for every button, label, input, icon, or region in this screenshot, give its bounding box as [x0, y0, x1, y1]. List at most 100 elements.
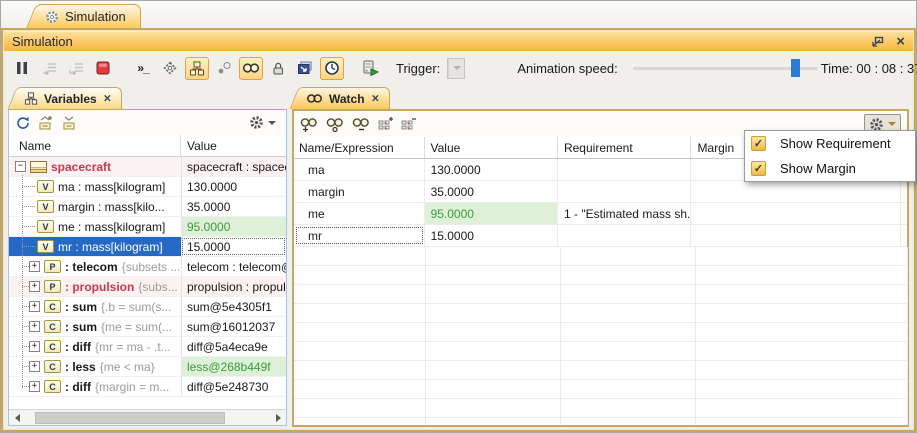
show-columns-button[interactable]	[378, 117, 394, 132]
sessions-button[interactable]	[293, 57, 317, 80]
watch-name-cell[interactable]: margin	[294, 181, 425, 202]
step-over-button[interactable]	[64, 57, 88, 80]
simulation-window: Simulation Simulation	[0, 0, 917, 433]
animation-speed-slider[interactable]	[633, 59, 818, 77]
clock-toggle-button[interactable]	[320, 57, 344, 80]
tree-row-spacecraft[interactable]: spacecraft spacecraft : spacecr	[9, 157, 286, 177]
console-button[interactable]	[131, 57, 155, 80]
clock-icon	[324, 60, 340, 76]
watch-name-cell[interactable]: me	[294, 203, 425, 224]
watch-value-cell[interactable]: 130.0000	[425, 159, 558, 180]
expander-plus-icon[interactable]	[29, 281, 40, 292]
value-cell[interactable]: 35.0000	[181, 197, 286, 216]
pause-button[interactable]	[10, 57, 34, 80]
watch-value-cell[interactable]: 95.0000	[425, 203, 558, 224]
watch-value-cell[interactable]: 15.0000	[425, 225, 558, 246]
value-cell-editing[interactable]: 15.0000	[181, 237, 286, 256]
value-cell[interactable]: diff@5a4eca9e	[181, 337, 286, 356]
breakpoints-button[interactable]	[212, 57, 236, 80]
node-label: : diff	[65, 340, 91, 354]
value-cell[interactable]: less@268b449f	[181, 357, 286, 376]
tree-row-sum1[interactable]: C: sum{.b = sum(s... sum@5e4305f1	[9, 297, 286, 317]
watch-empty-rows[interactable]	[294, 247, 907, 425]
chevron-down-icon	[268, 121, 276, 125]
watch-value-cell[interactable]: 35.0000	[425, 181, 558, 202]
slider-handle[interactable]	[791, 59, 800, 77]
tree-row-margin[interactable]: Vmargin : mass[kilo... 35.0000	[9, 197, 286, 217]
tree-row-telecom[interactable]: P: telecom{subsets ... telecom : telecom…	[9, 257, 286, 277]
simulation-config-button[interactable]	[358, 57, 382, 80]
tree-row-less[interactable]: C: less{me < ma} less@268b449f	[9, 357, 286, 377]
watch-name-cell-focused[interactable]: mr	[294, 225, 425, 246]
tab-watch[interactable]: Watch	[302, 87, 390, 109]
horizontal-scrollbar[interactable]	[9, 409, 286, 425]
variables-tab-bar: Variables	[8, 87, 122, 109]
add-watch-button[interactable]	[300, 117, 319, 132]
column-header-requirement: Requirement	[558, 137, 691, 158]
stop-icon	[96, 61, 110, 75]
value-cell[interactable]: sum@16012037	[181, 317, 286, 336]
close-variables-tab-icon[interactable]	[103, 92, 110, 105]
breakpoints-icon	[216, 61, 232, 75]
expander-plus-icon[interactable]	[29, 361, 40, 372]
value-cell[interactable]: 95.0000	[181, 217, 286, 236]
value-cell[interactable]: 130.0000	[181, 177, 286, 196]
float-window-icon[interactable]	[871, 36, 884, 48]
tree-row-mr-selected[interactable]: Vmr : mass[kilogram] 15.0000	[9, 237, 286, 257]
scroll-right-icon[interactable]	[270, 410, 286, 425]
expander-plus-icon[interactable]	[29, 321, 40, 332]
variables-tree: spacecraft spacecraft : spacecr Vma : ma…	[9, 157, 286, 409]
tree-row-diff1[interactable]: C: diff{mr = ma - .t... diff@5a4eca9e	[9, 337, 286, 357]
stop-button[interactable]	[91, 57, 115, 80]
scrollbar-thumb[interactable]	[35, 412, 225, 424]
expander-plus-icon[interactable]	[29, 381, 40, 392]
watch-name-cell[interactable]: ma	[294, 159, 425, 180]
value-cell[interactable]: sum@5e4305f1	[181, 297, 286, 316]
sessions-window-icon	[297, 61, 313, 75]
lock-button[interactable]	[266, 57, 290, 80]
close-watch-tab-icon[interactable]	[371, 92, 378, 105]
expand-nodes-button[interactable]	[37, 115, 54, 130]
refresh-button[interactable]	[15, 116, 30, 130]
menu-item-show-margin[interactable]: Show Margin	[745, 156, 915, 181]
tab-simulation-document[interactable]: Simulation	[39, 4, 141, 28]
watch-row-mr[interactable]: mr 15.0000	[294, 225, 907, 247]
menu-item-show-requirement[interactable]: Show Requirement	[745, 131, 915, 156]
watch-row-me[interactable]: me 95.0000 1 - "Estimated mass sh...	[294, 203, 907, 225]
tab-variables[interactable]: Variables	[20, 87, 122, 109]
value-cell[interactable]: spacecraft : spacecr	[181, 157, 286, 176]
close-window-icon[interactable]	[896, 34, 905, 49]
value-property-icon: V	[37, 180, 54, 193]
value-cell[interactable]: propulsion : propuls	[181, 277, 286, 296]
pause-icon	[17, 62, 27, 74]
expander-plus-icon[interactable]	[29, 341, 40, 352]
value-cell[interactable]: diff@5e248730	[181, 377, 286, 396]
tree-guide-line	[22, 175, 23, 388]
remove-watch-button[interactable]	[352, 117, 371, 132]
hide-columns-button[interactable]	[401, 117, 417, 132]
tree-row-diff2[interactable]: C: diff{margin = m... diff@5e248730	[9, 377, 286, 397]
watch-toggle-button[interactable]	[239, 57, 263, 80]
variables-options-button[interactable]	[245, 113, 280, 132]
variables-panel: Variables	[8, 87, 287, 426]
simulation-options-button[interactable]	[158, 57, 182, 80]
expander-plus-icon[interactable]	[29, 301, 40, 312]
step-into-button[interactable]	[37, 57, 61, 80]
watch-row-margin[interactable]: margin 35.0000	[294, 181, 907, 203]
scroll-left-icon[interactable]	[9, 410, 25, 425]
node-label: : telecom	[65, 260, 118, 274]
expander-minus-icon[interactable]	[15, 161, 26, 172]
insert-watch-button[interactable]	[326, 117, 345, 132]
tree-row-me[interactable]: Vme : mass[kilogram] 95.0000	[9, 217, 286, 237]
trigger-label: Trigger:	[396, 61, 440, 76]
tree-row-propulsion[interactable]: P: propulsion{subs... propulsion : propu…	[9, 277, 286, 297]
collapse-nodes-button[interactable]	[61, 115, 78, 130]
variables-panel-body: Name Value spacecraft spacecraft : space…	[8, 109, 287, 426]
trigger-select[interactable]	[447, 58, 465, 79]
expander-plus-icon[interactable]	[29, 261, 40, 272]
tree-row-sum2[interactable]: C: sum{me = sum(... sum@16012037	[9, 317, 286, 337]
value-cell[interactable]: telecom : telecom@	[181, 257, 286, 276]
variables-toggle-button[interactable]	[185, 57, 209, 80]
tree-row-ma[interactable]: Vma : mass[kilogram] 130.0000	[9, 177, 286, 197]
simulation-gear-icon	[45, 10, 59, 24]
